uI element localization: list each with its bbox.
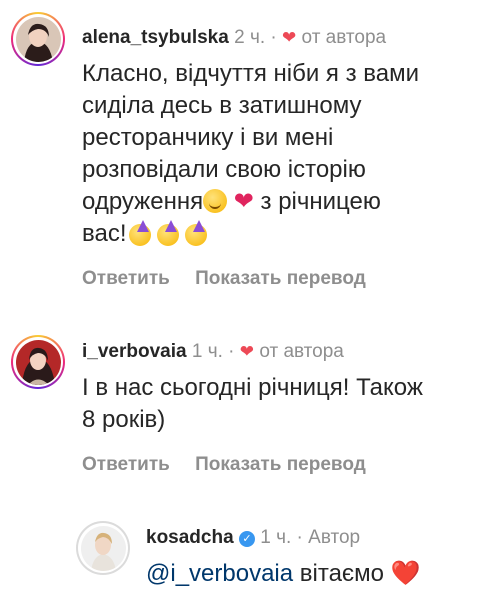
username[interactable]: i_verbovaia (82, 341, 187, 362)
timestamp: 1 ч. (260, 527, 292, 548)
comment-text: @i_verbovaia вітаємо ❤️ (146, 558, 496, 590)
comment-line: сиділа десь в затишному (82, 92, 362, 119)
partying-face-icon (127, 220, 155, 246)
avatar (80, 525, 126, 571)
username[interactable]: kosadcha (146, 527, 234, 548)
separator-dot: · (270, 27, 277, 48)
red-heart-icon: ❤ (233, 188, 254, 215)
comment-line: вас! (82, 218, 492, 250)
avatar-ring[interactable] (11, 12, 65, 66)
heart-icon: ❤ (282, 28, 297, 47)
username[interactable]: alena_tsybulska (82, 27, 229, 48)
comment-text-segment: вас! (82, 220, 127, 247)
liked-by-author-label: от автора (301, 27, 387, 48)
comment-line: Класно, відчуття ніби я з вами (82, 60, 419, 87)
avatar (15, 16, 61, 62)
avatar-ring[interactable] (76, 521, 130, 575)
see-translation-button[interactable]: Показать перевод (195, 454, 366, 475)
comment-line: ресторанчику і ви мені (82, 124, 334, 151)
liked-by-author-label: от автора (259, 341, 344, 362)
avatar-ring[interactable] (11, 335, 65, 389)
verified-badge-icon: ✓ (238, 531, 255, 547)
comment-line: 8 років) (82, 406, 166, 433)
comment-text: Класно, відчуття ніби я з вами сиділа де… (82, 58, 492, 250)
see-translation-button[interactable]: Показать перевод (195, 268, 366, 289)
separator-dot: · (296, 527, 303, 548)
timestamp: 1 ч. (191, 341, 223, 362)
author-label: Автор (308, 527, 361, 548)
comment-line: одруження ❤ з річницею (82, 186, 492, 218)
timestamp: 2 ч. (234, 27, 266, 48)
comment-text-segment: одруження (82, 188, 204, 215)
comment-line: І в нас сьогодні річниця! Також (82, 374, 423, 401)
comment-line: розповідали свою історію (82, 156, 366, 183)
reply-button[interactable]: Ответить (82, 454, 170, 475)
partying-face-icon (155, 220, 183, 246)
comment-text: І в нас сьогодні річниця! Також 8 років) (82, 372, 492, 436)
separator-dot: · (228, 341, 235, 362)
heart-icon: ❤ (239, 342, 255, 361)
red-heart-icon: ❤️ (390, 560, 421, 587)
pleading-face-icon (203, 189, 228, 213)
comment-text-segment: з річницею (253, 188, 381, 215)
avatar (15, 339, 61, 385)
reply-button[interactable]: Ответить (82, 268, 170, 289)
comment-text-segment: вітаємо (293, 560, 391, 587)
partying-face-icon (183, 220, 211, 246)
mention-link[interactable]: @i_verbovaia (146, 560, 293, 587)
